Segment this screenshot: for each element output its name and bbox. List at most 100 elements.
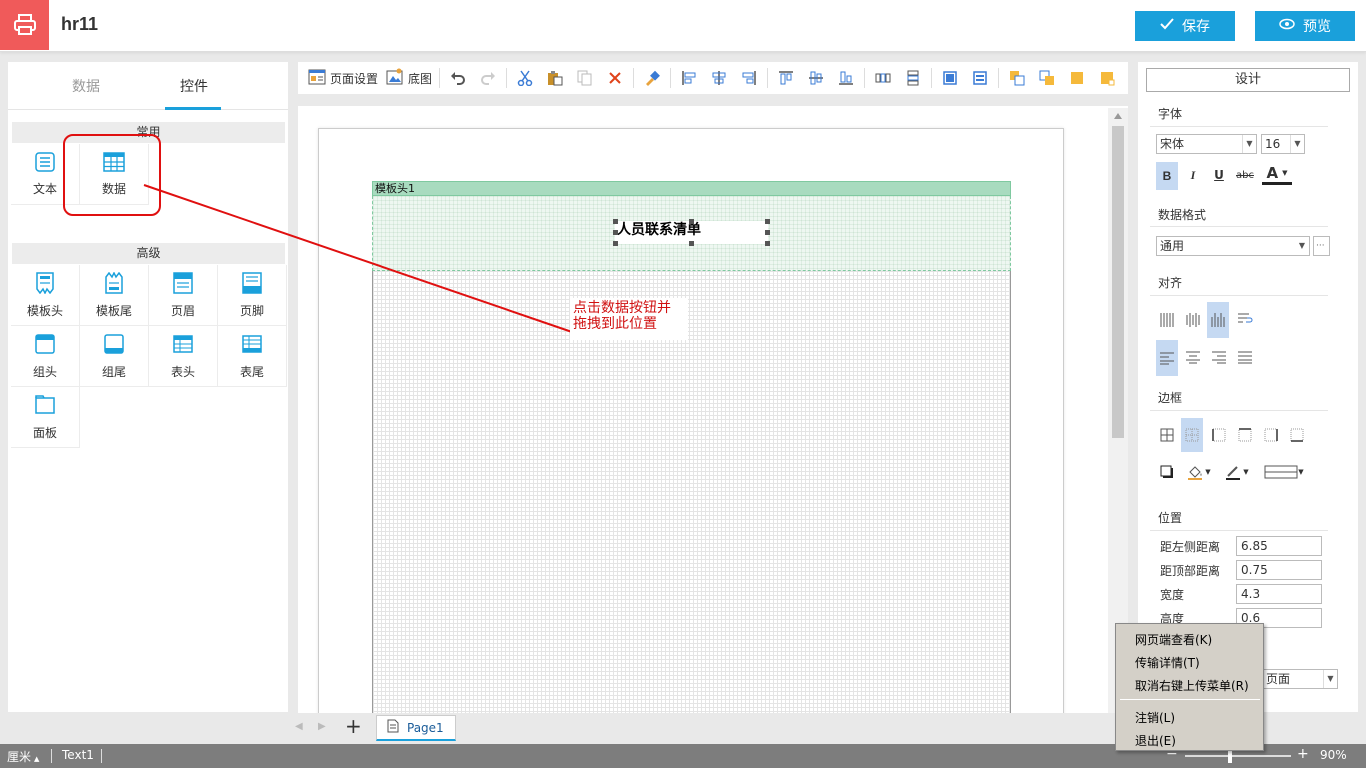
redo-icon[interactable] <box>477 67 499 89</box>
data-format-select[interactable]: 通用 ▼ <box>1156 236 1310 256</box>
border-style-icon[interactable]: ▼ <box>1260 461 1308 483</box>
width-input[interactable]: 4.3 <box>1236 584 1322 604</box>
control-panel[interactable]: 面板 <box>11 387 80 448</box>
resize-handle[interactable] <box>613 230 618 235</box>
undo-icon[interactable] <box>447 67 469 89</box>
divider <box>1150 126 1328 127</box>
fill-color-icon[interactable]: ▼ <box>1182 461 1216 483</box>
resize-handle[interactable] <box>765 241 770 246</box>
menu-item-logout[interactable]: 注销(L) <box>1135 709 1175 726</box>
border-none-icon[interactable] <box>1181 418 1203 452</box>
tab-page1[interactable]: Page1 <box>376 715 456 741</box>
format-brush-icon[interactable] <box>641 67 663 89</box>
control-page-header[interactable]: 页眉 <box>149 265 218 326</box>
background-image-button[interactable]: 底图 <box>382 66 436 90</box>
same-height-icon[interactable] <box>969 67 991 89</box>
next-page-icon[interactable]: ▶ <box>318 721 326 732</box>
italic-button[interactable]: I <box>1182 164 1204 186</box>
align-right-icon[interactable] <box>738 67 760 89</box>
border-top-icon[interactable] <box>1234 424 1256 446</box>
same-width-icon[interactable] <box>939 67 961 89</box>
valign-middle-icon[interactable] <box>1182 302 1204 338</box>
control-table-footer[interactable]: 表尾 <box>218 326 287 387</box>
control-template-footer[interactable]: 模板尾 <box>80 265 149 326</box>
distribute-vertical-icon[interactable] <box>902 67 924 89</box>
cut-icon[interactable] <box>514 67 536 89</box>
align-middle-icon[interactable] <box>805 67 827 89</box>
page-scope-select[interactable]: 页面 ▼ <box>1262 669 1338 689</box>
resize-handle[interactable] <box>689 241 694 246</box>
preview-button[interactable]: 预览 <box>1255 11 1355 41</box>
border-left-icon[interactable] <box>1208 424 1230 446</box>
valign-bottom-icon[interactable] <box>1207 302 1229 338</box>
send-backward-icon[interactable] <box>1096 67 1118 89</box>
detail-grid-area[interactable] <box>372 271 1011 713</box>
bold-button[interactable]: B <box>1156 162 1178 190</box>
font-color-button[interactable]: A ▼ <box>1262 163 1292 185</box>
delete-icon[interactable] <box>604 67 626 89</box>
page-setup-button[interactable]: 页面设置 <box>304 66 382 90</box>
toolbar-separator <box>767 68 769 88</box>
tab-data[interactable]: 数据 <box>72 76 100 96</box>
prev-page-icon[interactable]: ◀ <box>295 721 303 732</box>
tab-controls[interactable]: 控件 <box>180 76 208 96</box>
control-template-header[interactable]: 模板头 <box>11 265 80 326</box>
halign-right-icon[interactable] <box>1208 346 1230 368</box>
save-button[interactable]: 保存 <box>1135 11 1235 41</box>
resize-handle[interactable] <box>765 219 770 224</box>
control-page-footer[interactable]: 页脚 <box>218 265 287 326</box>
chevron-down-icon[interactable]: ▼ <box>1290 135 1304 153</box>
resize-handle[interactable] <box>689 219 694 224</box>
zoom-slider-track[interactable] <box>1185 755 1291 757</box>
halign-justify-icon[interactable] <box>1234 346 1256 368</box>
zoom-in-button[interactable]: + <box>1297 746 1309 762</box>
wrap-text-icon[interactable] <box>1234 308 1256 330</box>
chevron-down-icon[interactable]: ▼ <box>1323 670 1337 688</box>
data-format-more-button[interactable]: ··· <box>1313 236 1330 256</box>
menu-item-transfer-details[interactable]: 传输详情(T) <box>1135 654 1200 671</box>
position-top-input[interactable]: 0.75 <box>1236 560 1322 580</box>
align-left-icon[interactable] <box>678 67 700 89</box>
halign-left-icon[interactable] <box>1156 340 1178 376</box>
template-header-band-label[interactable]: 模板头1 <box>372 181 1011 196</box>
font-size-select[interactable]: 16 ▼ <box>1261 134 1305 154</box>
add-page-button[interactable]: + <box>345 714 362 738</box>
position-left-input[interactable]: 6.85 <box>1236 536 1322 556</box>
halign-center-icon[interactable] <box>1182 346 1204 368</box>
send-back-icon[interactable] <box>1036 67 1058 89</box>
distribute-horizontal-icon[interactable] <box>872 67 894 89</box>
valign-top-icon[interactable] <box>1156 302 1178 338</box>
align-bottom-icon[interactable] <box>835 67 857 89</box>
align-center-icon[interactable] <box>708 67 730 89</box>
shadow-icon[interactable] <box>1156 461 1178 483</box>
resize-handle[interactable] <box>765 230 770 235</box>
unit-selector[interactable]: 厘米 ▲ <box>7 748 39 765</box>
border-all-icon[interactable] <box>1156 424 1178 446</box>
copy-icon[interactable] <box>574 67 596 89</box>
border-bottom-icon[interactable] <box>1286 424 1308 446</box>
scrollbar-thumb[interactable] <box>1112 126 1124 438</box>
chevron-down-icon[interactable]: ▼ <box>1242 135 1256 153</box>
paste-icon[interactable] <box>544 67 566 89</box>
border-color-icon[interactable]: ▼ <box>1220 461 1254 483</box>
bring-forward-icon[interactable] <box>1066 67 1088 89</box>
underline-button[interactable]: U <box>1208 164 1230 186</box>
menu-item-cancel-upload-menu[interactable]: 取消右键上传菜单(R) <box>1135 677 1249 694</box>
control-group-header[interactable]: 组头 <box>11 326 80 387</box>
divider <box>1150 295 1328 296</box>
menu-item-exit[interactable]: 退出(E) <box>1135 732 1176 749</box>
zoom-slider-thumb[interactable] <box>1228 749 1232 763</box>
design-tab-button[interactable]: 设计 <box>1146 68 1350 92</box>
scroll-up-icon[interactable] <box>1114 113 1122 119</box>
control-group-footer[interactable]: 组尾 <box>80 326 149 387</box>
control-table-header[interactable]: 表头 <box>149 326 218 387</box>
bring-front-icon[interactable] <box>1006 67 1028 89</box>
border-right-icon[interactable] <box>1260 424 1282 446</box>
chevron-down-icon[interactable]: ▼ <box>1295 237 1309 255</box>
resize-handle[interactable] <box>613 219 618 224</box>
strikethrough-button[interactable]: abc <box>1234 164 1256 186</box>
resize-handle[interactable] <box>613 241 618 246</box>
menu-item-web-view[interactable]: 网页端查看(K) <box>1135 631 1212 648</box>
align-top-icon[interactable] <box>775 67 797 89</box>
font-family-select[interactable]: 宋体 ▼ <box>1156 134 1257 154</box>
